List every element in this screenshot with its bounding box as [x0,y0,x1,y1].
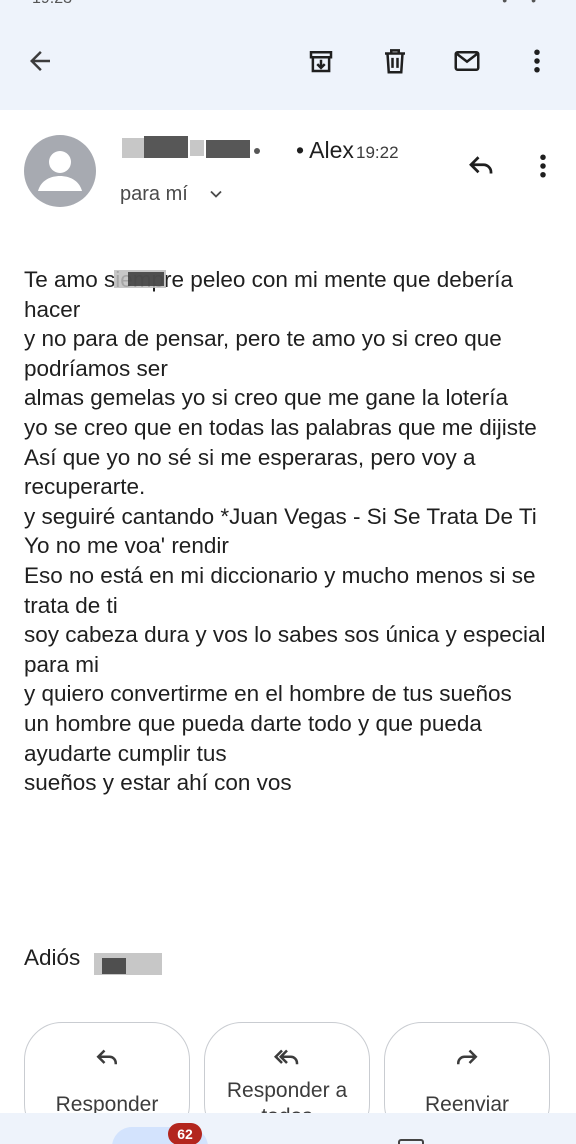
nav-meet-icon[interactable] [398,1139,424,1144]
back-arrow-icon[interactable] [20,41,60,81]
sender-header: • Alex 19:22 para mí [0,110,576,250]
chevron-down-icon[interactable] [206,184,226,204]
message-body: Te amo siempre peleo con mi mente que de… [24,267,546,796]
message-signoff: Adiós [24,945,81,970]
top-app-bar [0,12,576,110]
reply-all-icon [273,1049,299,1065]
mail-icon[interactable] [447,41,487,81]
redacted-sender [144,136,188,158]
reply-icon [96,1049,117,1065]
redacted-sender [206,140,250,158]
trash-icon[interactable] [375,41,415,81]
forward-icon [457,1049,478,1065]
redacted-sender [122,138,144,158]
status-bar: 19:23 • • [0,0,576,12]
message-more-icon[interactable] [523,146,563,186]
avatar[interactable] [24,135,96,207]
redacted-sender [254,148,260,154]
sender-time: 19:22 [356,143,399,162]
recipient-label[interactable]: para mí [120,183,188,206]
bottom-navigation: 62 [0,1113,576,1144]
redacted-name [102,958,126,974]
person-icon [38,151,82,191]
redacted-name [128,272,164,286]
reply-icon[interactable] [461,146,501,186]
more-vert-icon[interactable] [517,41,557,81]
unread-badge: 62 [168,1123,202,1144]
archive-icon[interactable] [301,41,341,81]
status-time: 19:23 [32,0,72,8]
sender-name: • Alex [296,137,354,163]
status-icons: • • [502,0,546,8]
redacted-sender [190,140,204,156]
